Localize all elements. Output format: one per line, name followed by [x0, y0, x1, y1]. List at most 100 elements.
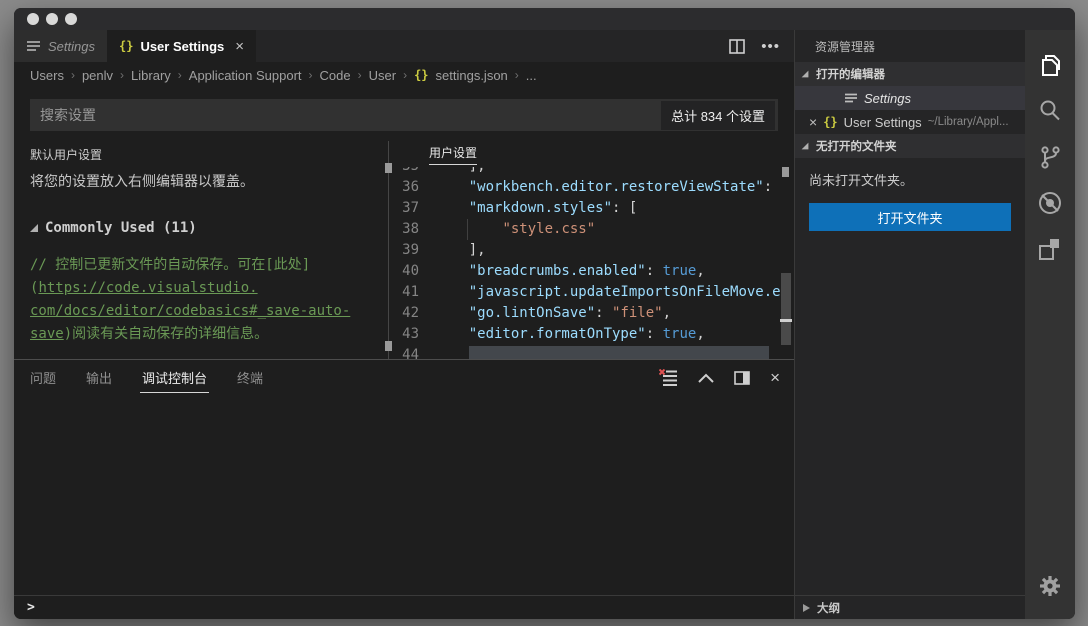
breadcrumb-item[interactable]: penlv — [82, 68, 113, 83]
comment-line: // 控制已更新文件的自动保存。可在[此处] — [30, 254, 388, 277]
panel-tab-调试控制台[interactable]: 调试控制台 — [140, 362, 209, 393]
default-settings-pane: 默认用户设置 将您的设置放入右侧编辑器以覆盖。 Commonly Used (1… — [14, 141, 388, 359]
json-file-icon: {} — [119, 39, 133, 53]
maximize-panel-icon[interactable] — [698, 373, 714, 383]
code-line: 41 "javascript.updateImportsOnFileMove.e — [389, 282, 794, 303]
outline-section[interactable]: 大纲 — [795, 595, 1025, 619]
settings-search-box[interactable]: 总计 834 个设置 — [30, 99, 778, 131]
more-actions-icon[interactable]: ••• — [761, 38, 780, 55]
json-code-editor[interactable]: 35 ],36 "workbench.editor.restoreViewSta… — [389, 167, 794, 359]
settings-editor: 总计 834 个设置 默认用户设置 将您的设置放入右侧编辑器以覆盖。 Commo… — [14, 88, 794, 359]
traffic-light-minimize[interactable] — [46, 13, 58, 25]
breadcrumb-separator: › — [178, 68, 182, 82]
tab-close-icon[interactable]: × — [235, 38, 244, 55]
breadcrumb-item-more[interactable]: ... — [526, 68, 537, 83]
explorer-icon[interactable] — [1025, 42, 1075, 88]
panel-tabs: 问题输出调试控制台终端 — [28, 362, 265, 393]
panel-titlebar: 问题输出调试控制台终端 × — [14, 360, 794, 395]
line-number: 43 — [389, 324, 435, 345]
extensions-icon[interactable] — [1025, 226, 1075, 272]
code-line: 39 ], — [389, 240, 794, 261]
open-editor-label: Settings — [864, 91, 911, 106]
debug-icon[interactable] — [1025, 180, 1075, 226]
breadcrumb-item-file[interactable]: settings.json — [436, 68, 508, 83]
explorer-sidebar: 资源管理器 打开的编辑器 Settings × {} User Settings… — [795, 30, 1025, 619]
search-icon[interactable] — [1025, 88, 1075, 134]
sidebar-title: 资源管理器 — [795, 30, 1025, 62]
activity-bar — [1025, 30, 1075, 619]
editor-scrollbar[interactable] — [780, 167, 792, 359]
editor-actions: ••• — [729, 30, 794, 62]
breadcrumb-separator: › — [515, 68, 519, 82]
code-text: "markdown.styles": [ — [435, 198, 637, 219]
commonly-used-section[interactable]: Commonly Used (11) — [30, 220, 388, 236]
open-editor-item-user-settings[interactable]: × {} User Settings ~/Library/Appl... — [795, 110, 1025, 134]
tab-user-settings[interactable]: {} User Settings × — [107, 30, 256, 62]
breadcrumb-item[interactable]: Code — [320, 68, 351, 83]
traffic-light-close[interactable] — [27, 13, 39, 25]
split-editor-icon[interactable] — [729, 39, 745, 54]
code-line: 36 "workbench.editor.restoreViewState": — [389, 177, 794, 198]
open-folder-button[interactable]: 打开文件夹 — [809, 203, 1011, 231]
tab-user-settings-label: User Settings — [140, 39, 224, 54]
panel-position-icon[interactable] — [734, 371, 750, 385]
json-file-icon: {} — [414, 68, 428, 82]
vscode-window: Settings {} User Settings × ••• Users › pe… — [14, 8, 1075, 619]
no-folder-section[interactable]: 无打开的文件夹 — [795, 134, 1025, 158]
breadcrumb[interactable]: Users › penlv › Library › Application Support ›… — [14, 62, 794, 88]
code-text: "breadcrumbs.enabled": true, — [435, 261, 705, 282]
close-panel-icon[interactable]: × — [770, 368, 780, 388]
line-number: 44 — [389, 345, 435, 359]
clear-console-icon[interactable] — [659, 369, 678, 386]
breadcrumb-separator: › — [358, 68, 362, 82]
breadcrumb-item[interactable]: User — [369, 68, 396, 83]
default-settings-intro: 将您的设置放入右侧编辑器以覆盖。 — [30, 171, 388, 191]
settings-count-badge: 总计 834 个设置 — [661, 101, 775, 130]
user-settings-header: 用户设置 — [389, 141, 794, 167]
open-editor-item-settings[interactable]: Settings — [795, 86, 1025, 110]
code-line: 35 ], — [389, 167, 794, 177]
code-text: ], — [435, 167, 486, 177]
json-file-icon: {} — [823, 115, 837, 129]
breadcrumb-item[interactable]: Library — [131, 68, 171, 83]
settings-search-input[interactable] — [40, 107, 661, 123]
panel-tab-终端[interactable]: 终端 — [235, 362, 265, 393]
no-folder-label: 无打开的文件夹 — [816, 138, 897, 154]
manage-gear-icon[interactable] — [1025, 563, 1075, 609]
breadcrumb-item[interactable]: Users — [30, 68, 64, 83]
breadcrumb-separator: › — [309, 68, 313, 82]
scrollbar-thumb[interactable] — [781, 273, 791, 345]
panel-actions: × — [659, 368, 780, 388]
search-row: 总计 834 个设置 — [14, 88, 794, 141]
tab-settings[interactable]: Settings — [14, 30, 107, 62]
editor-tabbar: Settings {} User Settings × ••• — [14, 30, 794, 62]
code-text — [435, 345, 769, 359]
breadcrumb-separator: › — [71, 68, 75, 82]
line-number: 40 — [389, 261, 435, 282]
comment-line: (https://code.visualstudio. — [30, 277, 388, 300]
code-line: 43 "editor.formatOnType": true, — [389, 324, 794, 345]
breadcrumb-separator: › — [403, 68, 407, 82]
panel-tab-输出[interactable]: 输出 — [84, 362, 114, 393]
line-number: 35 — [389, 167, 435, 177]
sidebar-empty-space — [795, 241, 1025, 595]
code-line: 42 "go.lintOnSave": "file", — [389, 303, 794, 324]
line-number: 41 — [389, 282, 435, 303]
traffic-light-zoom[interactable] — [65, 13, 77, 25]
user-settings-pane: 用户设置 35 ],36 "workbench.editor.restoreVi… — [389, 141, 794, 359]
default-settings-header: 默认用户设置 — [30, 141, 388, 167]
open-editor-label: User Settings — [844, 115, 922, 130]
code-text: "go.lintOnSave": "file", — [435, 303, 671, 324]
close-editor-icon[interactable]: × — [809, 114, 817, 130]
open-editors-section[interactable]: 打开的编辑器 — [795, 62, 1025, 86]
code-line: 40 "breadcrumbs.enabled": true, — [389, 261, 794, 282]
panel-tab-问题[interactable]: 问题 — [28, 362, 58, 393]
debug-console-input[interactable]: > — [14, 595, 794, 619]
comment-line: com/docs/editor/codebasics#_save-auto- — [30, 300, 388, 323]
source-control-icon[interactable] — [1025, 134, 1075, 180]
titlebar — [14, 8, 1075, 30]
breadcrumb-separator: › — [120, 68, 124, 82]
editor-region: Settings {} User Settings × ••• Users › pe… — [14, 30, 795, 619]
debug-console-output[interactable] — [14, 395, 794, 595]
breadcrumb-item[interactable]: Application Support — [189, 68, 302, 83]
